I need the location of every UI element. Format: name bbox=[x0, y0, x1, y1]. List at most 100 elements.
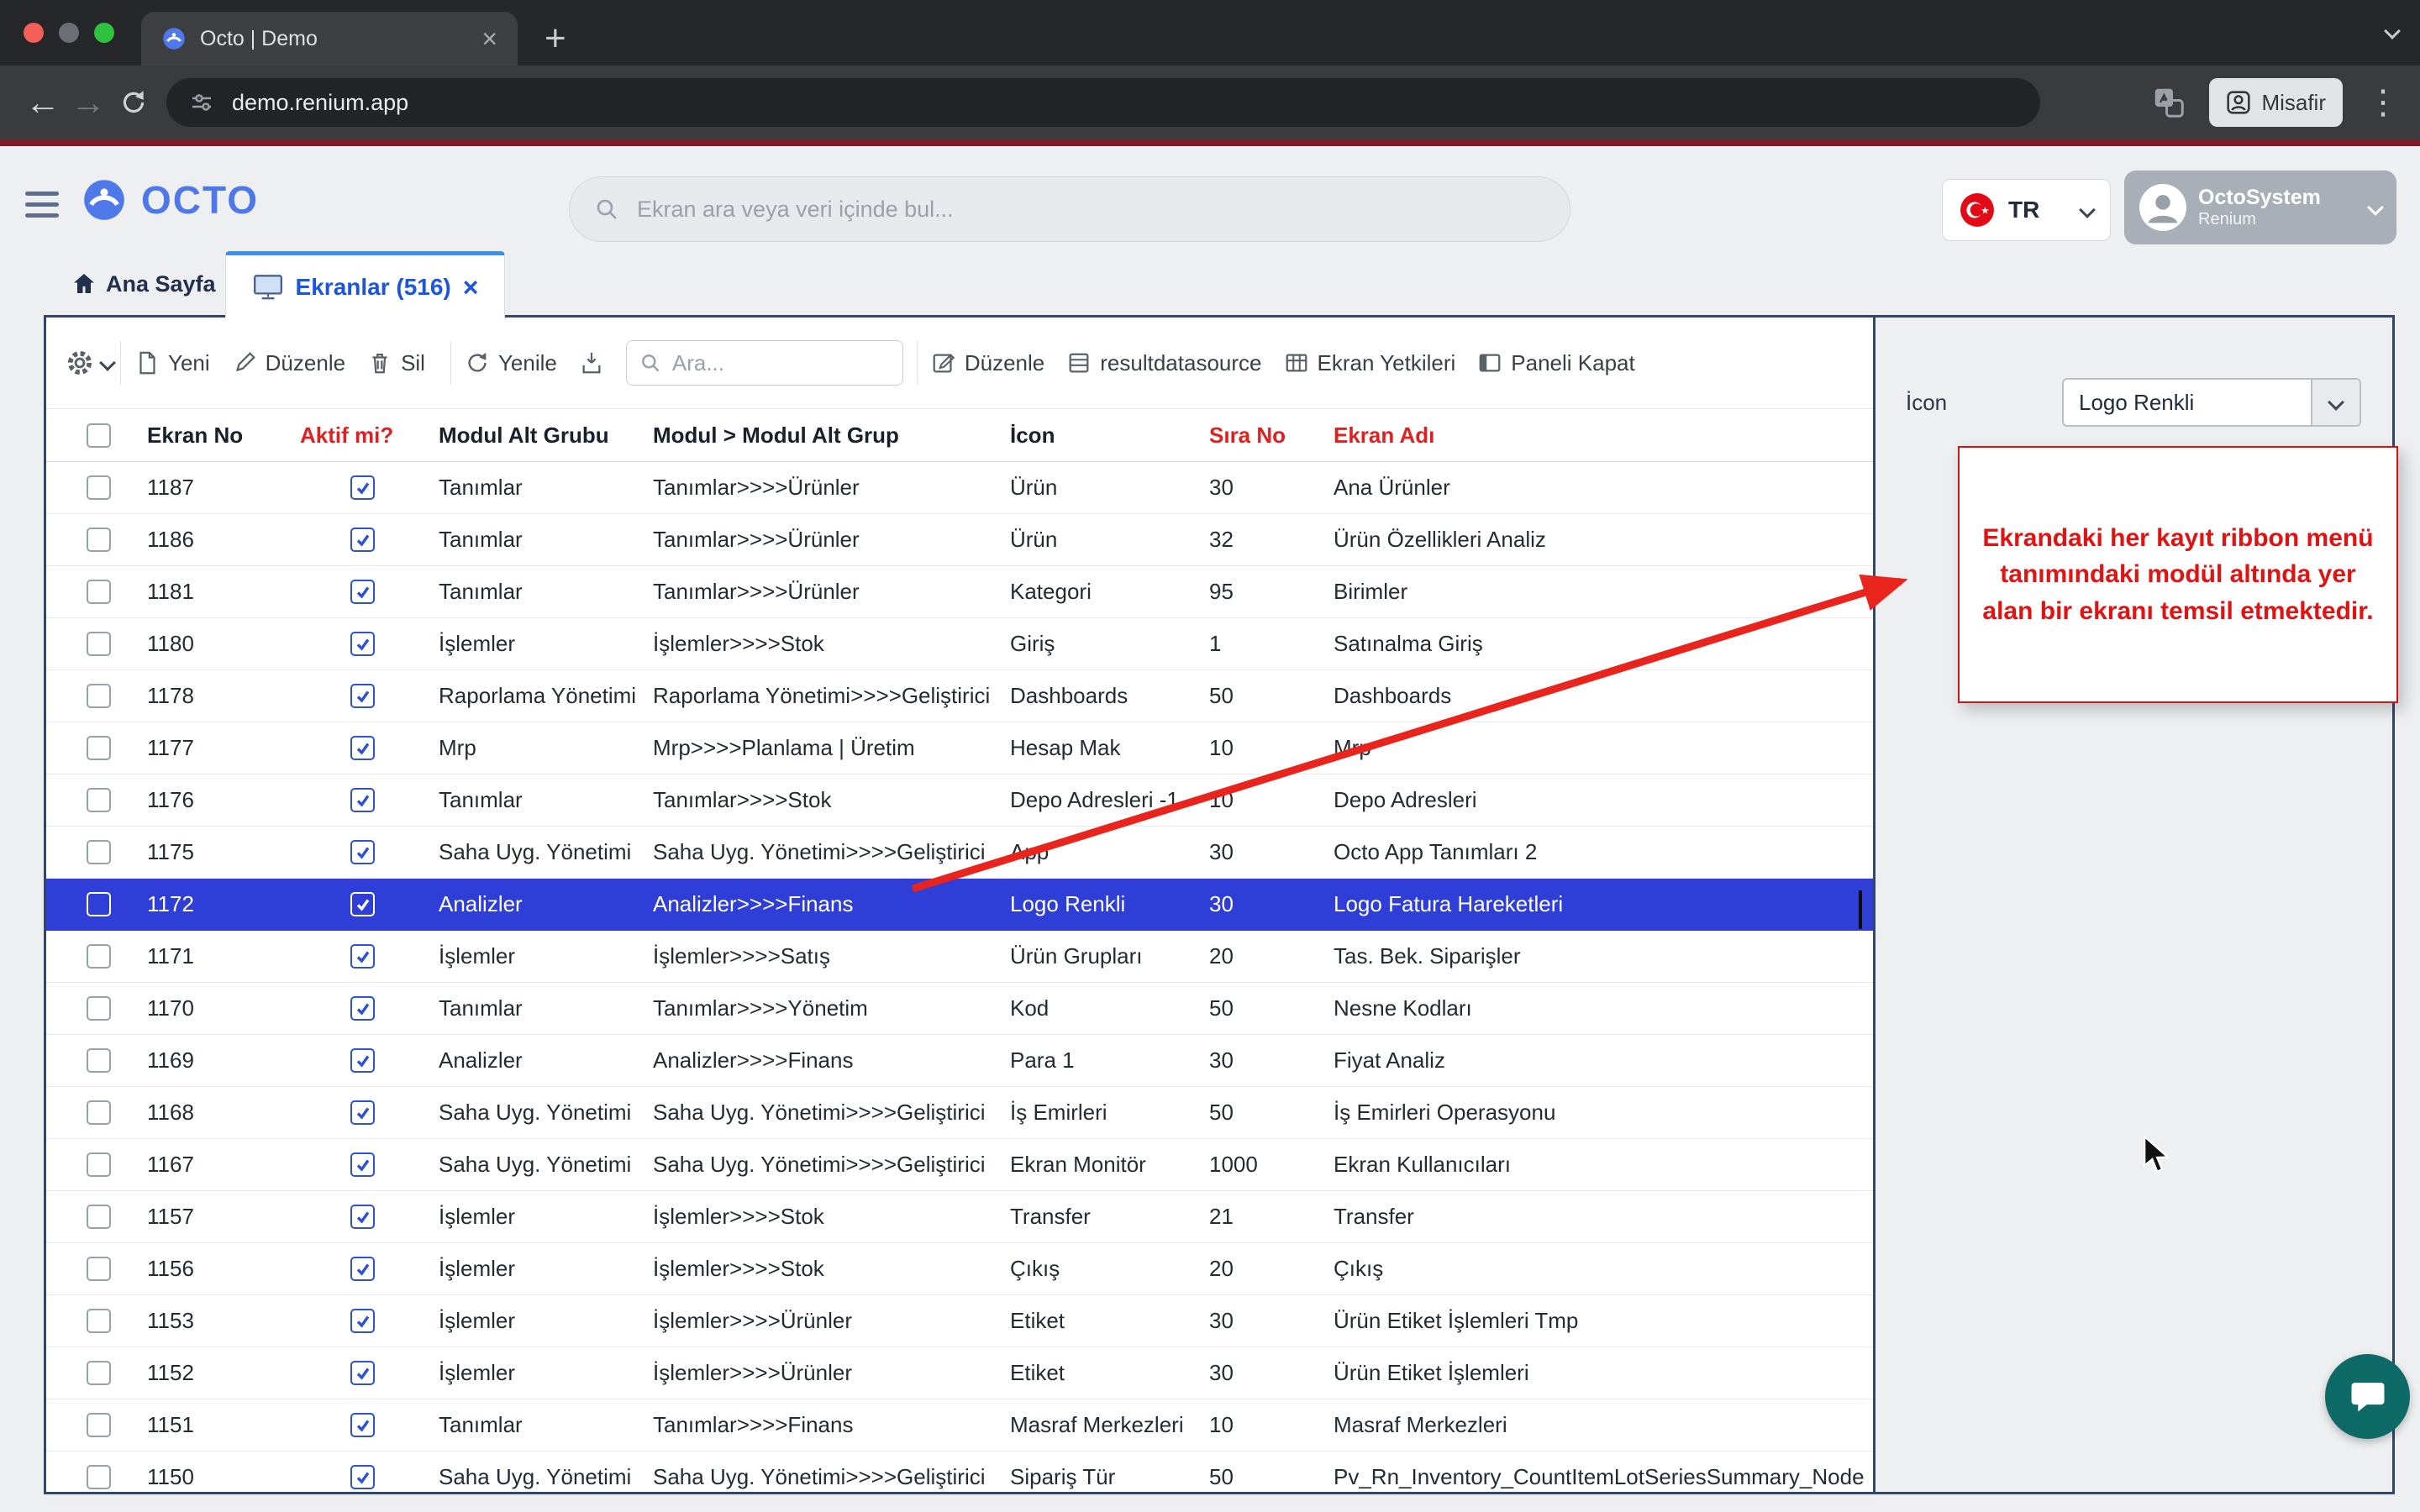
back-button[interactable]: ← bbox=[20, 82, 66, 123]
forward-button[interactable]: → bbox=[66, 82, 111, 123]
browser-profile-button[interactable]: Misafir bbox=[2209, 78, 2343, 127]
tab-search-chevron-icon[interactable] bbox=[2386, 25, 2398, 41]
toolbar-search[interactable] bbox=[626, 340, 903, 386]
table-row[interactable]: 1156 İşlemler İşlemler>>>>Stok Çıkış 20 … bbox=[46, 1243, 1873, 1295]
edit-button[interactable]: Düzenle bbox=[232, 350, 345, 376]
row-select-checkbox[interactable] bbox=[46, 736, 134, 760]
user-profile-button[interactable]: OctoSystem Renium bbox=[2124, 171, 2396, 244]
table-row[interactable]: 1150 Saha Uyg. Yönetimi Saha Uyg. Yöneti… bbox=[46, 1452, 1873, 1504]
row-select-checkbox[interactable] bbox=[46, 684, 134, 708]
row-active-checkbox[interactable] bbox=[293, 632, 432, 656]
site-info-icon[interactable] bbox=[188, 89, 215, 116]
reload-button[interactable] bbox=[111, 87, 156, 118]
row-active-checkbox[interactable] bbox=[293, 840, 432, 864]
row-select-checkbox[interactable] bbox=[46, 1361, 134, 1385]
row-active-checkbox[interactable] bbox=[293, 684, 432, 708]
col-header-modul-alt-grubu[interactable]: Modul Alt Grubu bbox=[432, 423, 646, 449]
table-row[interactable]: 1153 İşlemler İşlemler>>>>Ürünler Etiket… bbox=[46, 1295, 1873, 1347]
table-row[interactable]: 1171 İşlemler İşlemler>>>>Satış Ürün Gru… bbox=[46, 931, 1873, 983]
row-select-checkbox[interactable] bbox=[46, 1309, 134, 1333]
row-select-checkbox[interactable] bbox=[46, 892, 134, 916]
row-select-checkbox[interactable] bbox=[46, 1413, 134, 1437]
table-row[interactable]: 1152 İşlemler İşlemler>>>>Ürünler Etiket… bbox=[46, 1347, 1873, 1399]
row-active-checkbox[interactable] bbox=[293, 580, 432, 604]
table-row[interactable]: 1176 Tanımlar Tanımlar>>>>Stok Depo Adre… bbox=[46, 774, 1873, 827]
col-header-ekran-adi[interactable]: Ekran Adı bbox=[1327, 423, 1873, 449]
row-active-checkbox[interactable] bbox=[293, 475, 432, 500]
browser-menu-icon[interactable]: ⋮ bbox=[2366, 86, 2400, 119]
table-row[interactable]: 1167 Saha Uyg. Yönetimi Saha Uyg. Yöneti… bbox=[46, 1139, 1873, 1191]
row-active-checkbox[interactable] bbox=[293, 788, 432, 812]
row-active-checkbox[interactable] bbox=[293, 1152, 432, 1177]
row-select-checkbox[interactable] bbox=[46, 1205, 134, 1229]
col-header-sira-no[interactable]: Sıra No bbox=[1202, 423, 1327, 449]
table-row[interactable]: 1175 Saha Uyg. Yönetimi Saha Uyg. Yöneti… bbox=[46, 827, 1873, 879]
col-header-aktif-mi[interactable]: Aktif mi? bbox=[293, 423, 432, 449]
row-select-checkbox[interactable] bbox=[46, 632, 134, 656]
sidebar-item-home[interactable]: Ana Sayfa bbox=[71, 270, 216, 297]
table-row[interactable]: 1186 Tanımlar Tanımlar>>>>Ürünler Ürün 3… bbox=[46, 514, 1873, 566]
table-row[interactable]: 1181 Tanımlar Tanımlar>>>>Ürünler Katego… bbox=[46, 566, 1873, 618]
row-active-checkbox[interactable] bbox=[293, 1309, 432, 1333]
new-button[interactable]: Yeni bbox=[134, 350, 210, 376]
hamburger-menu-icon[interactable] bbox=[25, 192, 59, 224]
tab-ekranlar-close-icon[interactable]: × bbox=[463, 274, 479, 301]
settings-button[interactable] bbox=[65, 348, 113, 378]
app-logo[interactable]: OCTO bbox=[81, 176, 259, 223]
row-select-checkbox[interactable] bbox=[46, 580, 134, 604]
chat-bubble-button[interactable] bbox=[2325, 1354, 2410, 1439]
icon-select[interactable]: Logo Renkli bbox=[2062, 378, 2361, 427]
table-row[interactable]: 1170 Tanımlar Tanımlar>>>>Yönetim Kod 50… bbox=[46, 983, 1873, 1035]
row-active-checkbox[interactable] bbox=[293, 1413, 432, 1437]
row-active-checkbox[interactable] bbox=[293, 1361, 432, 1385]
row-active-checkbox[interactable] bbox=[293, 892, 432, 916]
permissions-button[interactable]: Ekran Yetkileri bbox=[1284, 350, 1456, 376]
col-header-icon[interactable]: İcon bbox=[1003, 423, 1202, 449]
row-active-checkbox[interactable] bbox=[293, 1205, 432, 1229]
row-select-checkbox[interactable] bbox=[46, 1152, 134, 1177]
col-header-modul-path[interactable]: Modul > Modul Alt Grup bbox=[646, 423, 1003, 449]
global-search-input[interactable] bbox=[635, 196, 1546, 223]
language-selector[interactable]: TR bbox=[1942, 179, 2111, 241]
col-header-ekran-no[interactable]: Ekran No bbox=[134, 423, 293, 449]
toolbar-search-input[interactable] bbox=[671, 349, 891, 377]
row-active-checkbox[interactable] bbox=[293, 528, 432, 552]
row-select-checkbox[interactable] bbox=[46, 1257, 134, 1281]
row-active-checkbox[interactable] bbox=[293, 944, 432, 969]
window-zoom-button[interactable] bbox=[94, 23, 114, 43]
row-active-checkbox[interactable] bbox=[293, 1048, 432, 1073]
table-row[interactable]: 1178 Raporlama Yönetimi Raporlama Yöneti… bbox=[46, 670, 1873, 722]
row-select-checkbox[interactable] bbox=[46, 840, 134, 864]
row-select-checkbox[interactable] bbox=[46, 944, 134, 969]
table-row[interactable]: 1168 Saha Uyg. Yönetimi Saha Uyg. Yöneti… bbox=[46, 1087, 1873, 1139]
table-row[interactable]: 1151 Tanımlar Tanımlar>>>>Finans Masraf … bbox=[46, 1399, 1873, 1452]
row-select-checkbox[interactable] bbox=[46, 1465, 134, 1489]
table-row[interactable]: 1187 Tanımlar Tanımlar>>>>Ürünler Ürün 3… bbox=[46, 462, 1873, 514]
row-select-checkbox[interactable] bbox=[46, 1048, 134, 1073]
edit2-button[interactable]: Düzenle bbox=[931, 350, 1044, 376]
global-search[interactable] bbox=[569, 176, 1570, 242]
table-row[interactable]: 1169 Analizler Analizler>>>>Finans Para … bbox=[46, 1035, 1873, 1087]
row-select-checkbox[interactable] bbox=[46, 1100, 134, 1125]
browser-tab[interactable]: Octo | Demo × bbox=[141, 12, 518, 66]
table-row[interactable]: 1177 Mrp Mrp>>>>Planlama | Üretim Hesap … bbox=[46, 722, 1873, 774]
row-active-checkbox[interactable] bbox=[293, 1100, 432, 1125]
new-tab-button[interactable]: + bbox=[544, 13, 566, 64]
select-all-checkbox[interactable] bbox=[46, 423, 134, 448]
tab-close-icon[interactable]: × bbox=[481, 25, 497, 52]
row-active-checkbox[interactable] bbox=[293, 1257, 432, 1281]
table-row[interactable]: 1180 İşlemler İşlemler>>>>Stok Giriş 1 S… bbox=[46, 618, 1873, 670]
close-panel-button[interactable]: Paneli Kapat bbox=[1477, 350, 1634, 376]
row-select-checkbox[interactable] bbox=[46, 996, 134, 1021]
window-close-button[interactable] bbox=[24, 23, 44, 43]
refresh-button[interactable]: Yenile bbox=[465, 350, 557, 376]
import-button[interactable] bbox=[579, 350, 604, 375]
table-row[interactable]: 1157 İşlemler İşlemler>>>>Stok Transfer … bbox=[46, 1191, 1873, 1243]
url-bar[interactable]: demo.renium.app bbox=[166, 78, 2040, 127]
resultdatasource-button[interactable]: resultdatasource bbox=[1066, 350, 1261, 376]
row-select-checkbox[interactable] bbox=[46, 475, 134, 500]
row-active-checkbox[interactable] bbox=[293, 996, 432, 1021]
icon-select-chevron[interactable] bbox=[2311, 380, 2360, 425]
row-active-checkbox[interactable] bbox=[293, 736, 432, 760]
translate-icon[interactable] bbox=[2152, 86, 2186, 119]
